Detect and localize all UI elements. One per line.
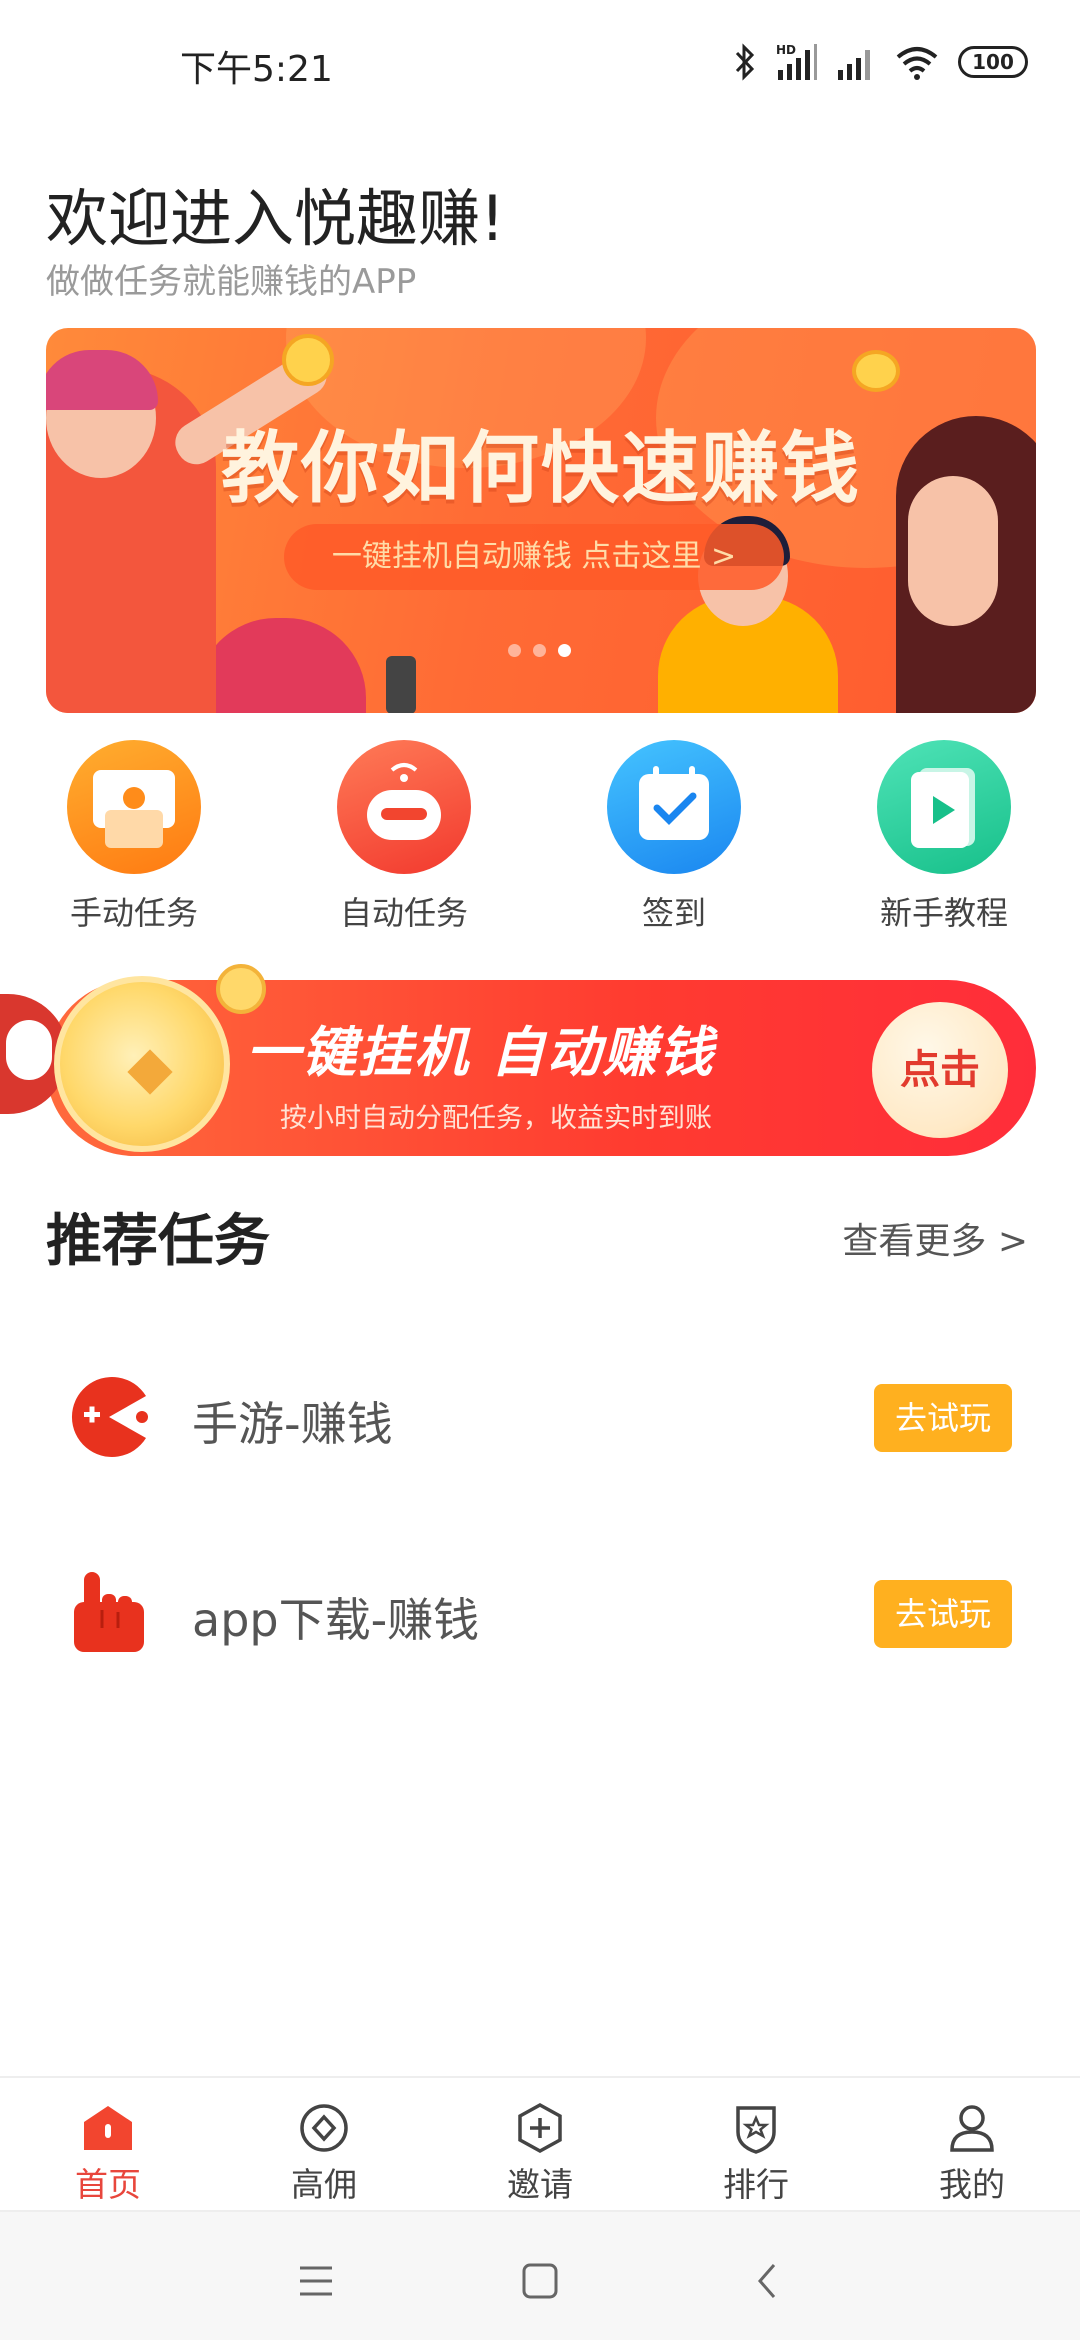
back-icon[interactable] xyxy=(738,2256,798,2306)
user-icon xyxy=(950,2105,994,2152)
quick-action-sign-in[interactable]: 签到 xyxy=(564,740,784,934)
signal-icon xyxy=(838,50,870,80)
status-icons: HD 100 xyxy=(734,40,1028,84)
diamond-circle-icon xyxy=(300,2104,348,2152)
tab-label: 邀请 xyxy=(507,2165,573,2204)
tab-high-commission[interactable]: 高佣 xyxy=(216,2078,432,2210)
task-label: app下载-赚钱 xyxy=(192,1593,480,1647)
auto-earn-promo-banner[interactable]: 一键挂机 自动赚钱 按小时自动分配任务，收益实时到账 点击 xyxy=(0,964,1036,1156)
status-bar: 下午5:21 HD 100 xyxy=(0,0,1080,120)
banner-title: 教你如何快速赚钱 xyxy=(220,424,861,514)
bluetooth-icon xyxy=(735,43,755,81)
carousel-indicator xyxy=(508,644,571,657)
home-icon xyxy=(84,2106,132,2150)
signal-hd-icon: HD xyxy=(776,43,817,80)
banner-illustration-person xyxy=(196,618,366,713)
system-navigation-bar xyxy=(0,2210,1080,2340)
banner-illustration-phone xyxy=(386,656,416,713)
page-subtitle: 做做任务就能赚钱的APP xyxy=(46,262,417,302)
tab-label: 排行 xyxy=(723,2165,789,2204)
promo-subtitle: 按小时自动分配任务，收益实时到账 xyxy=(280,1103,712,1134)
coin-icon xyxy=(852,350,900,392)
tab-label: 我的 xyxy=(939,2165,1005,2204)
menu-icon[interactable] xyxy=(286,2256,346,2306)
tab-profile[interactable]: 我的 xyxy=(864,2078,1080,2210)
gold-coin-icon xyxy=(54,976,230,1152)
pointing-hand-icon xyxy=(74,1572,144,1652)
quick-action-label: 新手教程 xyxy=(879,894,1008,932)
task-label: 手游-赚钱 xyxy=(192,1397,393,1451)
quick-action-tutorial[interactable]: 新手教程 xyxy=(834,740,1054,934)
try-play-button[interactable]: 去试玩 xyxy=(874,1580,1012,1648)
promo-title: 一键挂机 自动赚钱 xyxy=(246,1021,715,1084)
section-title-recommended: 推荐任务 xyxy=(46,1209,270,1274)
quick-action-label: 手动任务 xyxy=(69,894,198,932)
tab-label: 高佣 xyxy=(291,2165,357,2204)
calendar-check-icon xyxy=(607,740,741,874)
tab-ranking[interactable]: 排行 xyxy=(648,2078,864,2210)
banner-cta-pill[interactable]: 一键挂机自动赚钱 点击这里 > xyxy=(284,524,784,590)
status-time: 下午5:21 xyxy=(180,49,333,90)
carousel-dot[interactable] xyxy=(508,644,521,657)
home-square-icon[interactable] xyxy=(510,2256,570,2306)
tab-home[interactable]: 首页 xyxy=(0,2078,216,2210)
task-row-app-download[interactable]: app下载-赚钱 去试玩 xyxy=(0,1550,1080,1670)
invite-plus-icon xyxy=(518,2103,562,2153)
quick-actions: 手动任务 自动任务 签到 新手教程 xyxy=(0,740,1080,940)
coin-icon xyxy=(282,334,334,386)
view-more-link[interactable]: 查看更多 > xyxy=(842,1212,1028,1264)
hero-banner-carousel[interactable]: 教你如何快速赚钱 一键挂机自动赚钱 点击这里 > xyxy=(46,328,1036,713)
promo-click-button[interactable]: 点击 xyxy=(872,1002,1008,1138)
task-row-mobile-game[interactable]: 手游-赚钱 去试玩 xyxy=(0,1354,1080,1474)
manual-task-icon xyxy=(67,740,201,874)
robot-icon xyxy=(337,740,471,874)
tab-invite[interactable]: 邀请 xyxy=(432,2078,648,2210)
carousel-dot[interactable] xyxy=(533,644,546,657)
video-play-icon xyxy=(877,740,1011,874)
quick-action-label: 自动任务 xyxy=(339,894,468,932)
bottom-tab-bar: 首页 高佣 邀请 排行 我的 xyxy=(0,2076,1080,2210)
coin-icon xyxy=(216,964,266,1014)
game-pacman-icon xyxy=(71,1377,148,1457)
quick-action-manual-task[interactable]: 手动任务 xyxy=(24,740,244,934)
battery-indicator: 100 xyxy=(958,46,1028,78)
tab-label: 首页 xyxy=(75,2165,141,2204)
try-play-button[interactable]: 去试玩 xyxy=(874,1384,1012,1452)
quick-action-auto-task[interactable]: 自动任务 xyxy=(294,740,514,934)
quick-action-label: 签到 xyxy=(641,894,706,932)
svg-text:HD: HD xyxy=(776,43,796,57)
ranking-shield-icon xyxy=(736,2106,776,2154)
wifi-icon xyxy=(896,47,938,80)
page-title: 欢迎进入悦趣赚! xyxy=(46,182,505,255)
carousel-dot-active[interactable] xyxy=(558,644,571,657)
banner-illustration-person xyxy=(658,516,838,713)
